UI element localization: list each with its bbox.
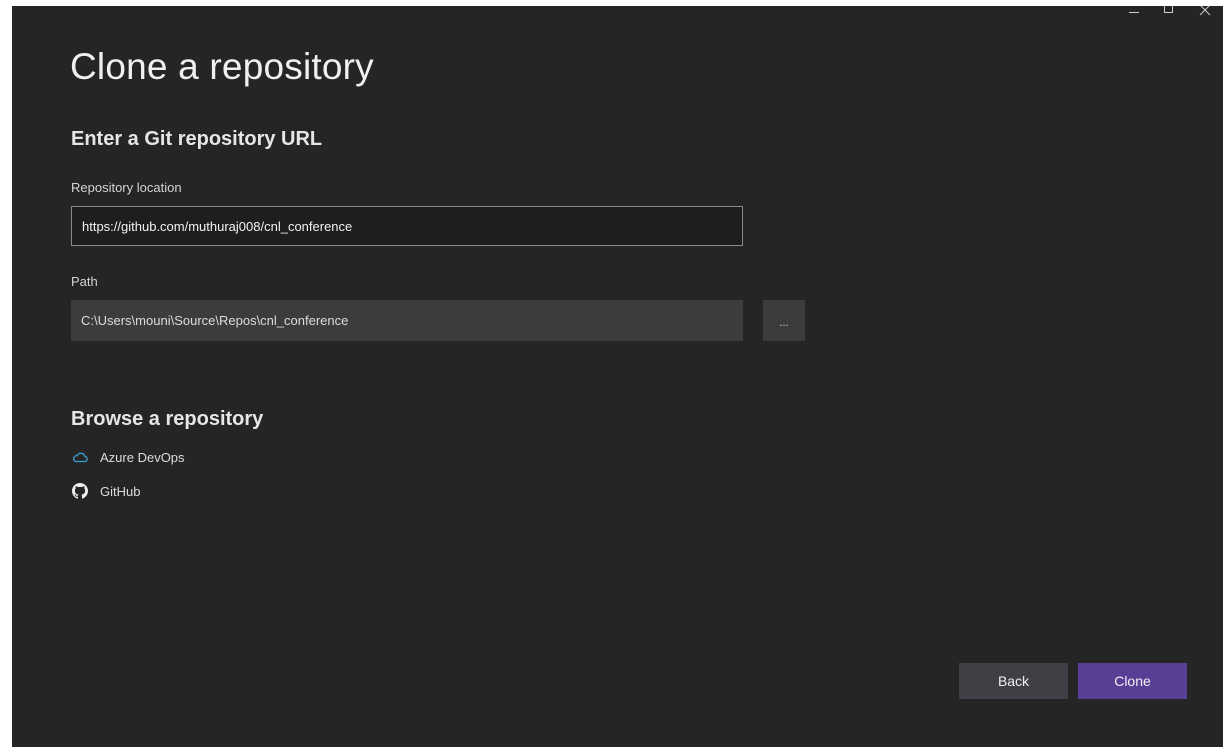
url-section-title: Enter a Git repository URL <box>71 128 323 150</box>
maximize-button[interactable] <box>1151 6 1187 20</box>
github-label: GitHub <box>100 483 141 499</box>
repository-location-input[interactable] <box>71 206 743 246</box>
clone-repository-dialog: Clone a repository Enter a Git repositor… <box>12 6 1223 747</box>
page-title: Clone a repository <box>70 46 374 87</box>
back-button[interactable]: Back <box>959 663 1068 699</box>
azure-devops-label: Azure DevOps <box>100 449 185 465</box>
browse-path-button[interactable]: ... <box>763 300 805 341</box>
path-input[interactable] <box>71 300 743 341</box>
repository-location-label: Repository location <box>71 180 182 195</box>
cloud-icon <box>71 448 89 466</box>
close-button[interactable] <box>1187 6 1223 20</box>
window-controls <box>1115 6 1223 20</box>
azure-devops-link[interactable]: Azure DevOps <box>71 448 185 466</box>
clone-button[interactable]: Clone <box>1078 663 1187 699</box>
close-icon <box>1199 6 1211 16</box>
github-icon <box>71 482 89 500</box>
path-label: Path <box>71 274 98 289</box>
browse-section-title: Browse a repository <box>71 408 264 430</box>
github-link[interactable]: GitHub <box>71 482 140 500</box>
minimize-button[interactable] <box>1115 6 1151 20</box>
